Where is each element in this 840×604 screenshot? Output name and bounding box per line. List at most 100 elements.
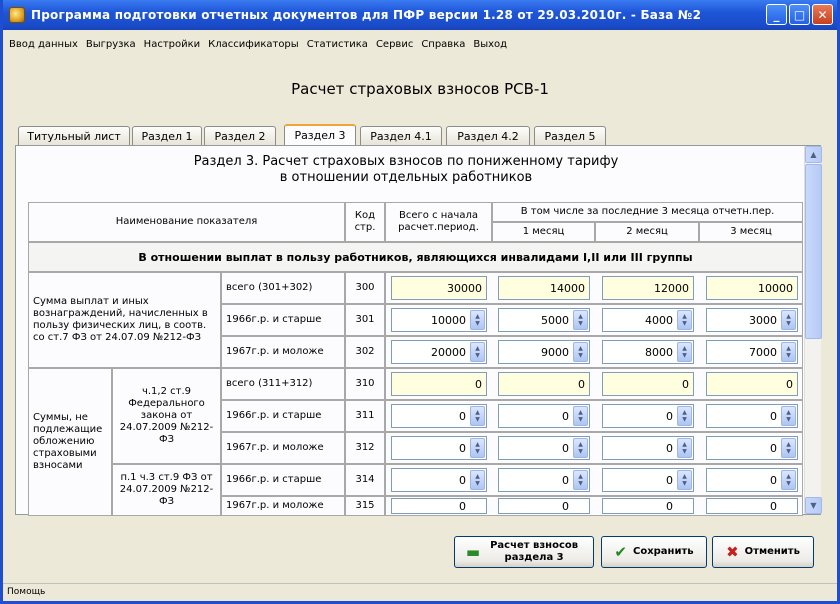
cancel-button-label: Отменить: [744, 546, 800, 557]
maximize-button[interactable]: □: [789, 4, 810, 25]
row-value: 0: [562, 499, 569, 513]
row-code: 312: [345, 432, 385, 464]
row-312-month-1-input[interactable]: 0 ▲ ▼: [498, 436, 590, 460]
group-payments-label: Сумма выплат и иных вознаграждений, начи…: [28, 272, 221, 368]
form-title: Расчет страховых взносов РСВ-1: [291, 80, 549, 98]
row-315-month-2-input[interactable]: 0: [602, 498, 694, 514]
spinner-arrows-icon[interactable]: ▲ ▼: [470, 310, 485, 330]
row-311-month-2-input[interactable]: 0 ▲ ▼: [602, 404, 694, 428]
row-302-month-3-input[interactable]: 7000 ▲ ▼: [706, 340, 798, 364]
spinner-arrows-icon[interactable]: ▲ ▼: [677, 310, 692, 330]
cancel-button[interactable]: ✖ Отменить: [712, 536, 814, 568]
tab-section-1[interactable]: Раздел 1: [132, 126, 202, 146]
row-desc: всего (311+312): [221, 368, 345, 400]
calculator-icon: ▬: [465, 543, 481, 561]
tab-title-page[interactable]: Титульный лист: [18, 126, 130, 146]
scrollbar-thumb[interactable]: [805, 164, 822, 339]
calculate-button-label: Расчет взносов раздела 3: [490, 540, 579, 563]
header-indicator-name: Наименование показателя: [28, 202, 345, 242]
row-301-month-2-input[interactable]: 4000 ▲ ▼: [602, 308, 694, 332]
row-300-month-3: 10000: [706, 276, 798, 300]
row-315-month-1-input[interactable]: 0: [498, 498, 590, 514]
disabled-workers-band: В отношении выплат в пользу работников, …: [28, 242, 803, 272]
header-last-3-months: В том числе за последние 3 месяца отчетн…: [492, 202, 803, 222]
row-314-total-input[interactable]: 0 ▲ ▼: [391, 468, 487, 492]
title-bar[interactable]: Программа подготовки отчетных документов…: [3, 0, 837, 30]
menu-item-service[interactable]: Сервис: [376, 39, 413, 50]
spinner-arrows-icon[interactable]: ▲ ▼: [470, 406, 485, 426]
spinner-arrows-icon[interactable]: ▲ ▼: [677, 470, 692, 490]
calculate-section-3-button[interactable]: ▬ Расчет взносов раздела 3: [454, 536, 594, 568]
spinner-arrows-icon[interactable]: ▲ ▼: [573, 470, 588, 490]
spinner-arrows-icon[interactable]: ▲ ▼: [573, 438, 588, 458]
row-302-month-1-input[interactable]: 9000 ▲ ▼: [498, 340, 590, 364]
window-title: Программа подготовки отчетных документов…: [31, 8, 702, 22]
tab-section-2[interactable]: Раздел 2: [204, 126, 276, 146]
menu-item-classifiers[interactable]: Классификаторы: [208, 39, 299, 50]
tab-section-4-1[interactable]: Раздел 4.1: [360, 126, 442, 146]
spinner-arrows-icon[interactable]: ▲ ▼: [781, 438, 796, 458]
menu-item-export[interactable]: Выгрузка: [86, 39, 136, 50]
row-315-total-input[interactable]: 0: [391, 498, 487, 514]
spinner-arrows-icon[interactable]: ▲ ▼: [470, 342, 485, 362]
spinner-arrows-icon[interactable]: ▲ ▼: [677, 438, 692, 458]
menu-item-statistics[interactable]: Статистика: [307, 39, 368, 50]
row-code: 301: [345, 304, 385, 336]
row-value: 0: [770, 409, 777, 423]
row-desc: 1967г.р. и моложе: [221, 496, 345, 516]
tab-section-5[interactable]: Раздел 5: [534, 126, 606, 146]
header-month-1: 1 месяц: [492, 222, 595, 242]
row-310-month-2: 0: [602, 372, 694, 396]
row-value: 0: [562, 441, 569, 455]
spinner-arrows-icon[interactable]: ▲ ▼: [470, 470, 485, 490]
header-month-3: 3 месяц: [699, 222, 803, 242]
row-312-total-input[interactable]: 0 ▲ ▼: [391, 436, 487, 460]
spinner-arrows-icon[interactable]: ▲ ▼: [781, 470, 796, 490]
row-311-month-3-input[interactable]: 0 ▲ ▼: [706, 404, 798, 428]
row-value: 0: [562, 473, 569, 487]
row-314-month-3-input[interactable]: 0 ▲ ▼: [706, 468, 798, 492]
save-button[interactable]: ✔ Сохранить: [601, 536, 707, 568]
row-312-month-2-input[interactable]: 0 ▲ ▼: [602, 436, 694, 460]
row-314-month-2-input[interactable]: 0 ▲ ▼: [602, 468, 694, 492]
minimize-button[interactable]: _: [766, 4, 787, 25]
row-code: 311: [345, 400, 385, 432]
tab-section-4-2[interactable]: Раздел 4.2: [446, 126, 530, 146]
row-value: 0: [770, 441, 777, 455]
menu-item-help[interactable]: Справка: [421, 39, 465, 50]
row-301-month-3-input[interactable]: 3000 ▲ ▼: [706, 308, 798, 332]
menu-item-settings[interactable]: Настройки: [144, 39, 200, 50]
spinner-arrows-icon[interactable]: ▲ ▼: [470, 438, 485, 458]
row-311-month-1-input[interactable]: 0 ▲ ▼: [498, 404, 590, 428]
spinner-arrows-icon[interactable]: ▲ ▼: [677, 406, 692, 426]
row-302-total-input[interactable]: 20000 ▲ ▼: [391, 340, 487, 364]
spinner-arrows-icon[interactable]: ▲ ▼: [573, 342, 588, 362]
spinner-arrows-icon[interactable]: ▲ ▼: [573, 310, 588, 330]
row-value: 20000: [431, 345, 466, 359]
close-button[interactable]: ✕: [812, 4, 833, 25]
row-value: 0: [770, 473, 777, 487]
row-312-month-3-input[interactable]: 0 ▲ ▼: [706, 436, 798, 460]
menu-item-exit[interactable]: Выход: [473, 39, 507, 50]
header-code: Код стр.: [345, 202, 385, 242]
row-desc: 1966г.р. и старше: [221, 400, 345, 432]
spinner-arrows-icon[interactable]: ▲ ▼: [781, 342, 796, 362]
menu-item-input[interactable]: Ввод данных: [9, 39, 78, 50]
row-301-total-input[interactable]: 10000 ▲ ▼: [391, 308, 487, 332]
row-302-month-2-input[interactable]: 8000 ▲ ▼: [602, 340, 694, 364]
spinner-arrows-icon[interactable]: ▲ ▼: [781, 310, 796, 330]
row-value: 0: [666, 473, 673, 487]
spinner-arrows-icon[interactable]: ▲ ▼: [677, 342, 692, 362]
vertical-scrollbar[interactable]: ▲ ▼: [804, 146, 822, 514]
row-310-total: 0: [391, 372, 487, 396]
subgroup-art9-p1-label: п.1 ч.3 ст.9 ФЗ от 24.07.2009 №212-ФЗ: [112, 464, 221, 516]
spinner-arrows-icon[interactable]: ▲ ▼: [573, 406, 588, 426]
scroll-up-arrow-icon[interactable]: ▲: [805, 146, 822, 163]
row-314-month-1-input[interactable]: 0 ▲ ▼: [498, 468, 590, 492]
tab-section-3[interactable]: Раздел 3: [284, 124, 356, 147]
row-311-total-input[interactable]: 0 ▲ ▼: [391, 404, 487, 428]
row-315-month-3-input[interactable]: 0: [706, 498, 798, 514]
row-301-month-1-input[interactable]: 5000 ▲ ▼: [498, 308, 590, 332]
spinner-arrows-icon[interactable]: ▲ ▼: [781, 406, 796, 426]
scroll-down-arrow-icon[interactable]: ▼: [805, 497, 822, 514]
